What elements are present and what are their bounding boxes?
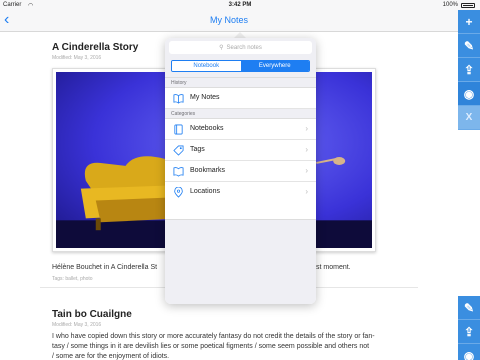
history-header: History: [165, 78, 316, 88]
close-button[interactable]: X: [458, 106, 480, 130]
book-icon: [173, 94, 184, 104]
share-button[interactable]: ⇪: [458, 58, 480, 82]
search-icon: ⚲: [219, 45, 224, 51]
status-bar: Carrier ◠ 3:42 PM 100%: [0, 0, 480, 10]
edit-icon: ✎: [463, 300, 475, 315]
search-placeholder: Search notes: [226, 44, 262, 51]
toolbar-rail-bottom: ✎ ⇪ ◉: [458, 296, 480, 360]
close-icon: X: [465, 112, 473, 123]
nav-title[interactable]: My Notes: [0, 15, 458, 25]
category-item-label: Locations: [190, 188, 220, 195]
edit-icon: ✎: [463, 38, 475, 53]
category-item-notebooks[interactable]: Notebooks ›: [165, 119, 316, 140]
note-body-line: / some are for the enjoyment of idiots.: [52, 353, 170, 360]
history-item-my-notes[interactable]: My Notes: [165, 88, 316, 109]
toolbar-rail-top: + ✎ ⇪ ◉ X: [458, 10, 480, 130]
category-item-locations[interactable]: Locations ›: [165, 182, 316, 203]
scope-segmented-control: Notebook Everywhere: [171, 60, 310, 72]
note-title[interactable]: Tain bo Cuailgne: [52, 309, 132, 320]
share-icon: ⇪: [463, 62, 475, 77]
category-item-tags[interactable]: Tags ›: [165, 140, 316, 161]
eye-icon: ◉: [463, 348, 475, 360]
note-tags: Tags: ballet, photo: [52, 276, 93, 282]
eye-icon: ◉: [463, 86, 475, 101]
add-note-button[interactable]: +: [458, 10, 480, 34]
battery-percent: 100%: [442, 2, 458, 8]
category-item-bookmarks[interactable]: Bookmarks ›: [165, 161, 316, 182]
search-popover: ⚲ Search notes Notebook Everywhere Histo…: [165, 38, 316, 304]
category-item-label: Tags: [190, 146, 205, 153]
popover-header: ⚲ Search notes Notebook Everywhere: [165, 38, 316, 78]
note-modified-date: Modified: May 3, 2016: [52, 322, 102, 328]
chevron-right-icon: ›: [305, 166, 308, 175]
share-button[interactable]: ⇪: [458, 320, 480, 344]
category-item-label: Bookmarks: [190, 167, 226, 174]
note-title[interactable]: A Cinderella Story: [52, 42, 138, 53]
segment-everywhere[interactable]: Everywhere: [240, 61, 309, 71]
bookmark-icon: [173, 167, 184, 177]
history-item-label: My Notes: [190, 94, 220, 101]
tag-icon: [173, 145, 184, 156]
share-icon: ⇪: [463, 324, 475, 339]
popover-footer: [165, 219, 316, 304]
edit-note-button[interactable]: ✎: [458, 34, 480, 58]
chevron-right-icon: ›: [305, 145, 308, 154]
segment-notebook[interactable]: Notebook: [172, 61, 241, 71]
edit-note-button[interactable]: ✎: [458, 296, 480, 320]
note-modified-date: Modified: May 3, 2016: [52, 55, 102, 61]
search-input[interactable]: ⚲ Search notes: [169, 41, 312, 54]
view-button[interactable]: ◉: [458, 82, 480, 106]
location-icon: [174, 187, 183, 198]
notebooks-icon: [174, 124, 183, 135]
navigation-bar: ‹ My Notes: [0, 10, 458, 32]
category-item-label: Notebooks: [190, 125, 224, 132]
photo-caption-right: st moment.: [316, 264, 351, 271]
status-time: 3:42 PM: [228, 2, 252, 8]
note-body-line: tasy / some things in it are devilish li…: [52, 343, 370, 350]
chevron-right-icon: ›: [305, 187, 308, 196]
add-icon: +: [465, 14, 473, 29]
view-button[interactable]: ◉: [458, 344, 480, 360]
categories-header: Categories: [165, 109, 316, 119]
photo-caption-left: Hélène Bouchet in A Cinderella St: [52, 264, 158, 271]
chevron-right-icon: ›: [305, 124, 308, 133]
battery-icon: [461, 3, 475, 8]
note-body-line: I who have copied down this story or mor…: [52, 333, 375, 340]
